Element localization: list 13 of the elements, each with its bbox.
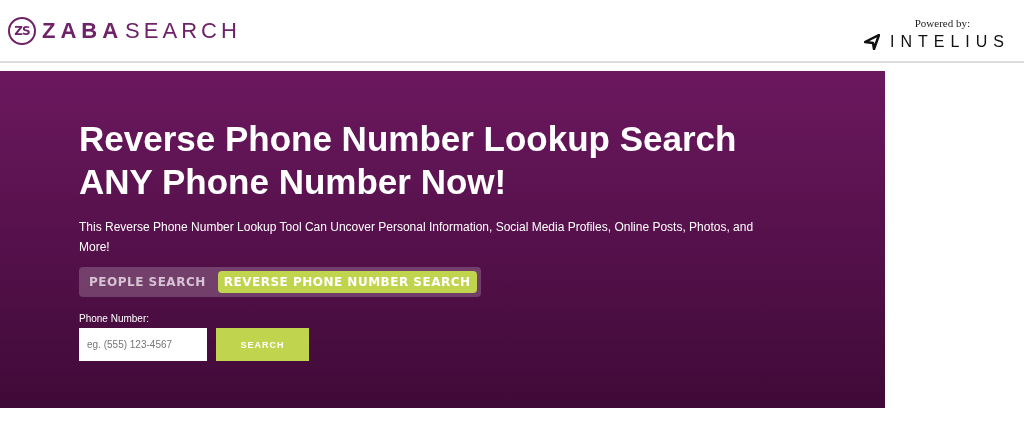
powered-by-label: Powered by: [914,16,970,29]
search-button[interactable]: SEARCH [216,328,309,361]
field-label: Phone Number: [79,313,151,324]
logo-text: ZABA [42,17,124,44]
brand-name: INTELIUS [890,32,1010,51]
hero-subtitle: This Reverse Phone Number Lookup Tool Can Uncover Personal Information, Social Media Profiles, Online Posts, Photos, and More! [79,219,755,256]
search-tab[interactable]: PEOPLE SEARCH [83,271,212,293]
brand-icon [864,33,880,50]
phone-input[interactable]: eg. (555) 123-4567 [79,328,207,361]
hero-title: Reverse Phone Number Lookup Search ANY Phone Number Now! [79,118,738,203]
logo-mark: ZS [8,16,36,45]
search-tab[interactable]: REVERSE PHONE NUMBER SEARCH [217,271,477,293]
logo-text: SEARCH [125,17,241,44]
